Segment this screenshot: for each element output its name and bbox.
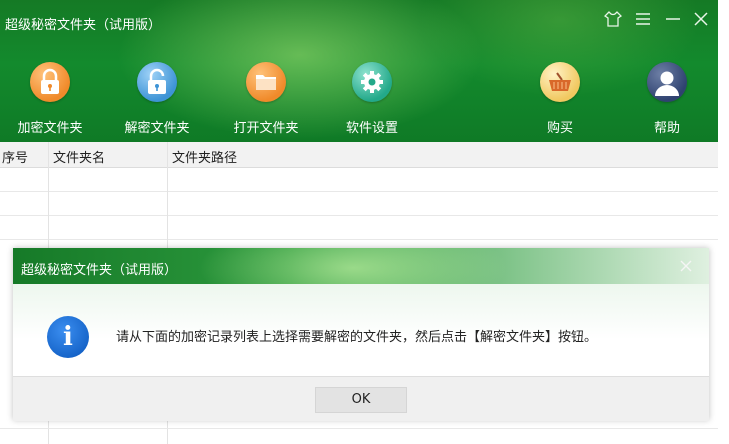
- table-row[interactable]: [0, 168, 718, 192]
- column-header-folder-name[interactable]: 文件夹名: [53, 147, 105, 166]
- column-divider: [167, 142, 168, 167]
- column-header-index[interactable]: 序号: [2, 147, 28, 166]
- dialog-titlebar: 超级秘密文件夹（试用版）: [13, 248, 709, 284]
- window-title: 超级秘密文件夹（试用版）: [5, 18, 162, 33]
- column-header-folder-path[interactable]: 文件夹路径: [172, 147, 237, 166]
- encrypt-folder-button[interactable]: 加密文件夹: [5, 58, 95, 136]
- help-label: 帮助: [653, 121, 680, 136]
- lock-closed-icon: [30, 62, 70, 102]
- lock-open-icon: [137, 62, 177, 102]
- close-icon[interactable]: [692, 10, 710, 33]
- dialog-close-icon[interactable]: [679, 256, 693, 278]
- ok-button[interactable]: OK: [315, 387, 407, 413]
- decrypt-folder-label: 解密文件夹: [124, 121, 190, 136]
- folder-icon: [246, 62, 286, 102]
- table-row[interactable]: [0, 216, 718, 240]
- decrypt-folder-button[interactable]: 解密文件夹: [112, 58, 202, 136]
- dialog-footer: OK: [13, 376, 709, 421]
- info-icon: i: [47, 316, 89, 358]
- gear-icon: [352, 62, 392, 102]
- column-divider: [48, 142, 49, 167]
- software-settings-button[interactable]: 软件设置: [327, 58, 417, 136]
- table-header: 序号 文件夹名 文件夹路径: [0, 142, 718, 168]
- help-button[interactable]: 帮助: [622, 58, 712, 136]
- open-folder-button[interactable]: 打开文件夹: [221, 58, 311, 136]
- shirt-icon[interactable]: [603, 10, 623, 33]
- table-row[interactable]: [0, 192, 718, 216]
- dialog-body: i 请从下面的加密记录列表上选择需要解密的文件夹，然后点击【解密文件夹】按钮。: [13, 284, 709, 376]
- info-dialog: 超级秘密文件夹（试用版） i 请从下面的加密记录列表上选择需要解密的文件夹，然后…: [13, 248, 709, 421]
- minimize-icon[interactable]: [664, 10, 682, 33]
- menu-icon[interactable]: [634, 10, 652, 33]
- buy-button[interactable]: 购买: [515, 58, 605, 136]
- user-icon: [647, 62, 687, 102]
- open-folder-label: 打开文件夹: [233, 121, 299, 136]
- table-row-line: [0, 428, 718, 429]
- buy-label: 购买: [546, 121, 573, 136]
- main-window-header: 超级秘密文件夹（试用版） 加密文件夹 解密文件夹 打开文件夹 软件设置 购买 帮…: [0, 0, 718, 142]
- dialog-title: 超级秘密文件夹（试用版）: [21, 263, 178, 278]
- encrypted-folder-table: 序号 文件夹名 文件夹路径: [0, 142, 718, 444]
- software-settings-label: 软件设置: [345, 121, 398, 136]
- basket-icon: [540, 62, 580, 102]
- encrypt-folder-label: 加密文件夹: [17, 121, 83, 136]
- dialog-message: 请从下面的加密记录列表上选择需要解密的文件夹，然后点击【解密文件夹】按钮。: [116, 330, 598, 345]
